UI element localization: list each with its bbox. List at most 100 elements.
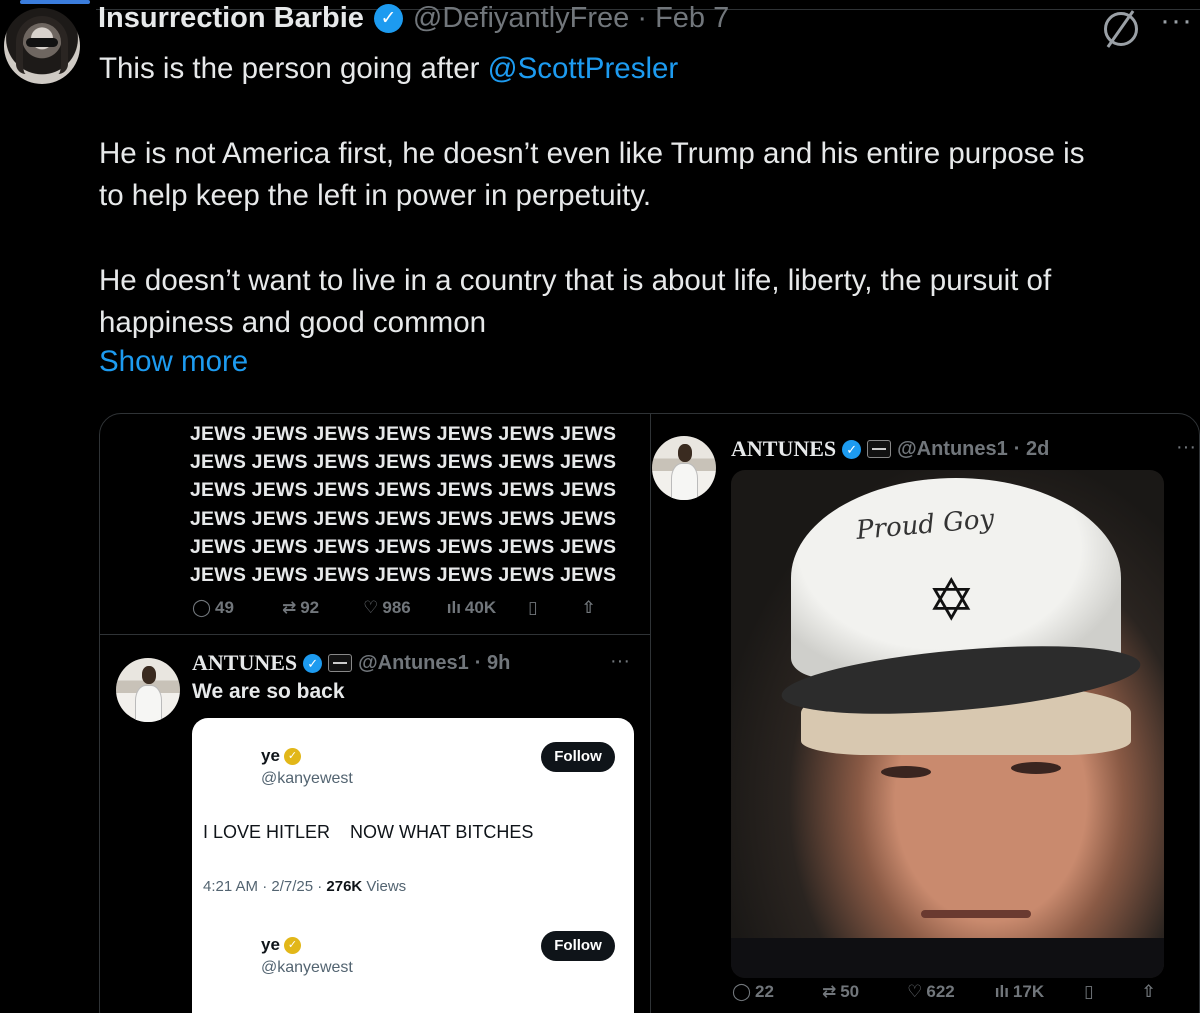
author-name[interactable]: Insurrection Barbie (98, 2, 364, 35)
tweet-author-row: Insurrection Barbie ✓ @DefiyantlyFree · … (98, 2, 729, 35)
embedded-tweet-card[interactable]: ye ✓ @kanyewest Follow I LOVE HITLER NOW… (192, 718, 634, 1013)
like-button[interactable]: ♡ 622 (907, 982, 955, 1002)
tweet-para2-line1: He is not America first, he doesn’t even… (99, 137, 1085, 170)
share-icon: ⇧ (581, 598, 596, 617)
mention-link[interactable]: @ScottPresler (488, 52, 679, 85)
avatar[interactable] (4, 8, 80, 84)
views-count: 17K (1012, 982, 1045, 1001)
avatar-glasses (26, 38, 58, 47)
tweet-body: This is the person going after @ScottPre… (99, 48, 1199, 344)
heart-icon: ♡ (907, 982, 923, 1001)
repost-button[interactable]: ⇄ 92 (282, 598, 319, 618)
follow-button-2[interactable]: Follow (541, 931, 615, 961)
quote-handle[interactable]: @Antunes1 (358, 652, 469, 675)
like-count: 622 (926, 982, 955, 1001)
verified-badge-icon: ✓ (303, 653, 323, 673)
more-options-icon[interactable]: ··· (1160, 4, 1193, 38)
text-line: JEWS JEWS JEWS JEWS JEWS JEWS JEWS (190, 423, 617, 445)
reply-count: 49 (215, 598, 234, 617)
card-name[interactable]: ye (261, 746, 280, 766)
text-line: JEWS JEWS JEWS JEWS JEWS JEWS JEWS (190, 507, 617, 530)
quote-more-icon[interactable]: ··· (610, 650, 630, 673)
tweet-para3-line1: He doesn’t want to live in a country tha… (99, 264, 1052, 297)
affiliate-badge-icon (328, 654, 353, 672)
views-icon: ılı (446, 598, 461, 617)
image-eye-left (881, 766, 931, 778)
text-line: JEWS JEWS JEWS JEWS JEWS JEWS JEWS (190, 479, 617, 502)
media-container[interactable]: JEWS JEWS JEWS JEWS JEWS JEWS JEWS JEWS … (99, 413, 1200, 1013)
tweet-date[interactable]: · Feb 7 (637, 2, 729, 34)
tweet-para2-line2: to help keep the left in power in perpet… (99, 179, 652, 212)
right-time[interactable]: · 2d (1014, 438, 1050, 461)
repost-button[interactable]: ⇄ 50 (822, 982, 859, 1002)
views-count: 40K (464, 598, 497, 617)
tweet-text-prefix: This is the person going after (99, 52, 488, 85)
image-suit (731, 938, 1164, 978)
quote-text: We are so back (192, 680, 345, 703)
repost-count: 50 (840, 982, 860, 1001)
share-button[interactable]: ⇧ (1141, 982, 1155, 1002)
left-post-text: JEWS JEWS JEWS JEWS JEWS JEWS JEWS JEWS … (190, 420, 640, 589)
image-mouth (921, 910, 1031, 918)
bookmark-button[interactable]: ▯ (528, 598, 537, 618)
text-line: JEWS JEWS JEWS JEWS JEWS JEWS JEWS (190, 564, 617, 587)
card-name-row-2: ye ✓ (261, 935, 301, 955)
right-post-actions: ◯ 22 ⇄ 50 ♡ 622 ılı 17K ▯ ⇧ (732, 982, 1156, 1002)
card-handle-2[interactable]: @kanyewest (261, 959, 353, 977)
card-meta-time: 4:21 AM · 2/7/25 · (203, 878, 327, 895)
top-progress-strip (20, 0, 90, 4)
card-meta: 4:21 AM · 2/7/25 · 276K Views (203, 878, 406, 895)
gold-verified-icon: ✓ (283, 747, 301, 765)
follow-button[interactable]: Follow (541, 742, 615, 772)
right-more-icon[interactable]: ··· (1176, 436, 1196, 459)
views-button[interactable]: ılı 40K (447, 598, 496, 618)
verified-badge-icon: ✓ (842, 439, 862, 459)
reply-button[interactable]: ◯ 22 (732, 982, 774, 1002)
verified-badge-icon: ✓ (373, 4, 403, 33)
like-count: 986 (382, 598, 411, 617)
quote-header: ANTUNES ✓ @Antunes1 · 9h (192, 650, 510, 676)
author-handle-text[interactable]: @DefiyantlyFree (413, 2, 629, 34)
tweet-line-1: This is the person going after @ScottPre… (99, 48, 1199, 90)
right-handle[interactable]: @Antunes1 (897, 438, 1008, 461)
gold-verified-icon: ✓ (283, 936, 301, 954)
quote-avatar[interactable] (116, 658, 180, 722)
star-of-david-icon: ✡ (927, 568, 976, 633)
right-post-header: ANTUNES ✓ @Antunes1 · 2d (731, 436, 1049, 462)
author-handle[interactable]: @DefiyantlyFree · Feb 7 (413, 2, 729, 35)
repost-icon: ⇄ (821, 982, 837, 1001)
right-avatar[interactable] (652, 436, 716, 500)
card-handle[interactable]: @kanyewest (261, 770, 353, 788)
bookmark-icon: ▯ (528, 598, 538, 617)
repost-icon: ⇄ (281, 598, 297, 617)
media-divider (650, 414, 651, 1013)
show-more-link[interactable]: Show more (99, 345, 248, 379)
views-icon: ılı (994, 982, 1009, 1001)
image-eye-right (1011, 762, 1061, 774)
card-name-row: ye ✓ (261, 746, 301, 766)
repost-count: 92 (300, 598, 320, 617)
quote-author[interactable]: ANTUNES (192, 650, 297, 676)
reply-button[interactable]: ◯ 49 (192, 598, 234, 618)
right-author[interactable]: ANTUNES (731, 436, 836, 462)
reply-icon: ◯ (732, 982, 752, 1001)
share-icon: ⇧ (1141, 982, 1156, 1001)
bookmark-button[interactable]: ▯ (1084, 982, 1093, 1002)
post-image[interactable]: Proud Goy ✡ (731, 470, 1164, 978)
reply-icon: ◯ (192, 598, 212, 617)
like-button[interactable]: ♡ 986 (363, 598, 411, 618)
card-tweet-text: I LOVE HITLER NOW WHAT BITCHES (203, 822, 534, 842)
card-name-2[interactable]: ye (261, 935, 280, 955)
card-meta-views: 276K (326, 878, 363, 895)
views-button[interactable]: ılı 17K (995, 982, 1044, 1002)
text-line: JEWS JEWS JEWS JEWS JEWS JEWS JEWS (190, 535, 617, 558)
left-post-actions: ◯ 49 ⇄ 92 ♡ 986 ılı 40K ▯ ⇧ (192, 598, 596, 618)
affiliate-badge-icon (867, 440, 892, 458)
quote-time[interactable]: · 9h (475, 652, 511, 675)
tweet-para3-line2: happiness and good common (99, 306, 487, 339)
bookmark-icon: ▯ (1084, 982, 1094, 1001)
share-button[interactable]: ⇧ (581, 598, 595, 618)
left-separator (100, 634, 650, 635)
grok-icon[interactable] (1104, 12, 1138, 46)
text-line: JEWS JEWS JEWS JEWS JEWS JEWS JEWS (190, 451, 617, 474)
